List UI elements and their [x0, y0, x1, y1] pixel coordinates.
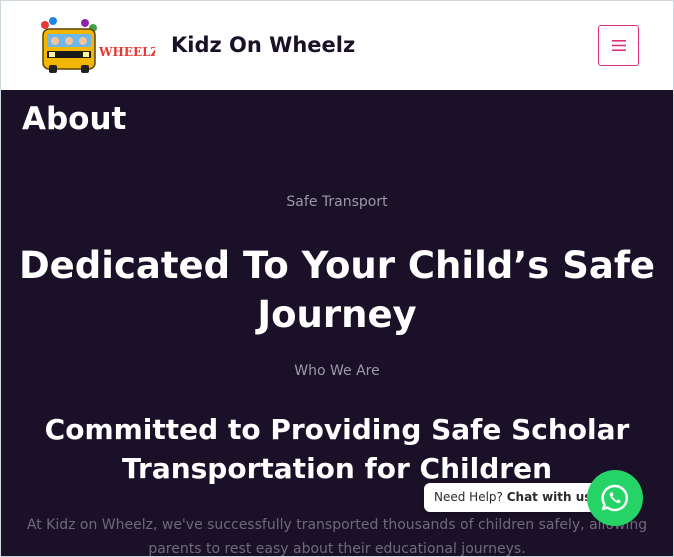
page-title: About — [22, 101, 127, 137]
hero-heading-line2: Journey — [257, 293, 417, 336]
hamburger-icon — [611, 40, 626, 51]
logo-wordmark: WHEELZ — [98, 45, 155, 59]
about-heading-line1: Committed to Providing Safe Scholar — [44, 413, 630, 446]
brand-logo[interactable]: WHEELZ — [37, 15, 160, 77]
school-bus-icon: WHEELZ — [41, 17, 160, 73]
hero-eyebrow: Safe Transport — [286, 194, 388, 210]
hero-heading-line1: Dedicated To Your Child’s Safe — [18, 244, 656, 287]
brand-name[interactable]: Kidz On Wheelz — [171, 33, 355, 57]
menu-button[interactable] — [598, 25, 639, 66]
page-frame: WHEELZ Kidz On Wheelz About Safe Transpo… — [0, 0, 674, 557]
whatsapp-button[interactable] — [587, 470, 643, 526]
about-paragraph: At Kidz on Wheelz, we've successfully tr… — [26, 517, 648, 557]
whatsapp-icon — [601, 484, 628, 512]
chat-cta: Chat with us — [506, 490, 592, 504]
chat-prompt[interactable]: Need Help? Chat with us — [424, 483, 602, 512]
site-header: WHEELZ Kidz On Wheelz — [1, 1, 673, 90]
chat-prefix: Need Help? — [434, 490, 503, 504]
about-eyebrow: Who We Are — [294, 363, 380, 379]
